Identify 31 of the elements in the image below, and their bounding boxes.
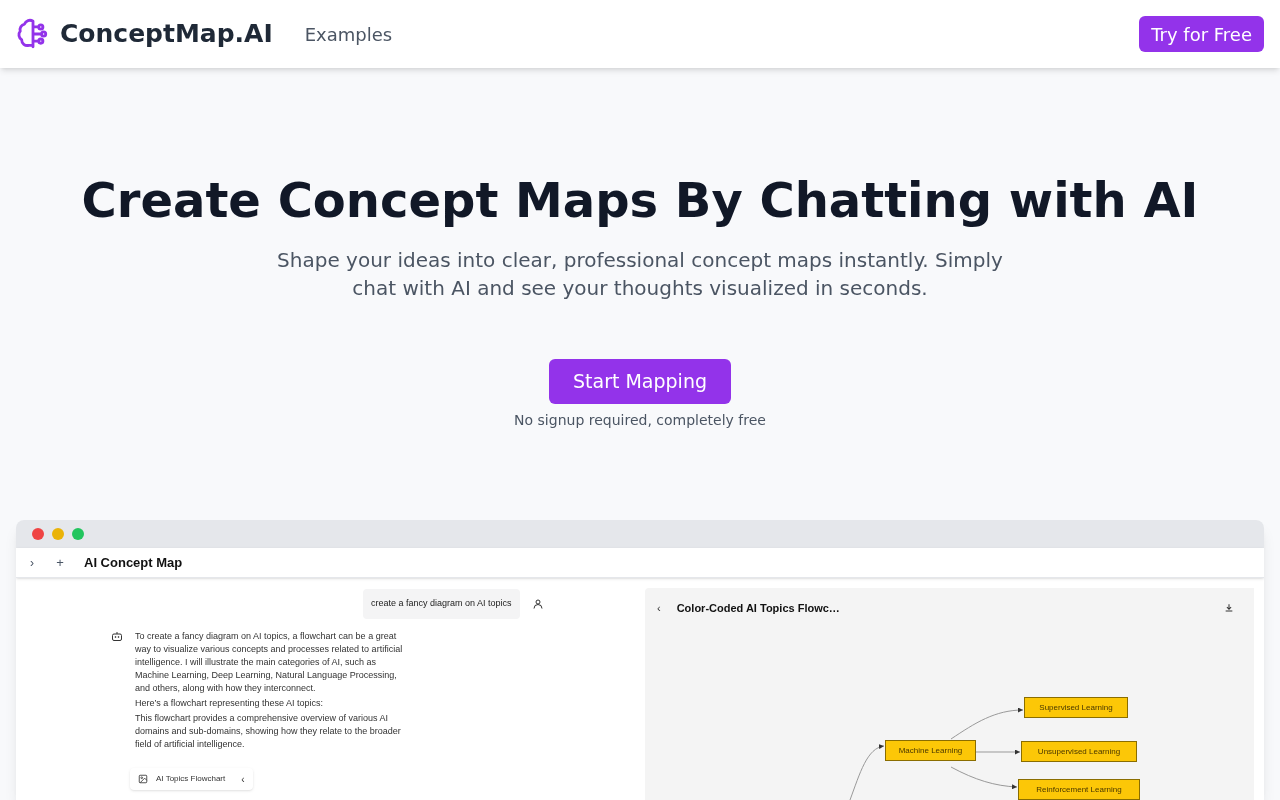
attachment-label: AI Topics Flowchart [156, 773, 226, 785]
robot-icon [111, 630, 123, 642]
flowchart-node: Unsupervised Learning [1021, 741, 1137, 762]
hero-title: Create Concept Maps By Chatting with AI [81, 171, 1199, 230]
brain-logo-icon [16, 17, 50, 51]
image-icon [138, 774, 148, 784]
flowchart-node: Reinforcement Learning [1018, 779, 1140, 800]
collapse-caret[interactable]: ‹ [241, 771, 245, 787]
back-button[interactable]: ‹ [657, 600, 661, 617]
connector-arrow [849, 744, 885, 800]
nav-link[interactable]: Examples [304, 20, 393, 48]
start-mapping-button[interactable]: Start Mapping [549, 359, 731, 404]
user-icon [531, 597, 544, 610]
download-icon[interactable] [1224, 603, 1234, 614]
connector-arrow [975, 749, 1021, 755]
assistant-message: Here’s a flowchart representing these AI topics: [135, 697, 324, 710]
flowchart-node: Machine Learning [885, 740, 976, 761]
diagram-title: Color-Coded AI Topics Flowc… [676, 601, 840, 616]
app-title: AI Concept Map [84, 553, 183, 572]
hero-subtitle: Shape your ideas into clear, professional concept maps instantly. Simply chat with AI and see your thoughts visualized in seconds. [276, 247, 1004, 302]
assistant-message: To create a fancy diagram on AI topics, a flowchart can be a great way to visualize various concepts and processes related to artificial intelligence. I will illustrate the main categories of AI, such as Machine Learning, Deep Learning, Natural Language Processing, and others, along with how they interconnect. [135, 630, 404, 695]
user-message: create a fancy diagram on AI topics [363, 589, 520, 619]
signup-note: No signup required, completely free [514, 411, 766, 430]
add-button[interactable]: + [52, 552, 68, 573]
attachment-chip[interactable]: AI Topics Flowchart ‹ [130, 768, 253, 790]
expand-button[interactable]: › [24, 553, 40, 572]
try-free-button[interactable]: Try for Free [1139, 16, 1264, 52]
connector-arrow [950, 766, 1018, 790]
flowchart-node: Supervised Learning [1024, 697, 1128, 718]
brand-name[interactable]: ConceptMap.AI [60, 15, 273, 53]
assistant-message: This flowchart provides a comprehensive overview of various AI domains and sub-domains, showing how they relate to the broader field of artificial intelligence. [135, 712, 402, 751]
